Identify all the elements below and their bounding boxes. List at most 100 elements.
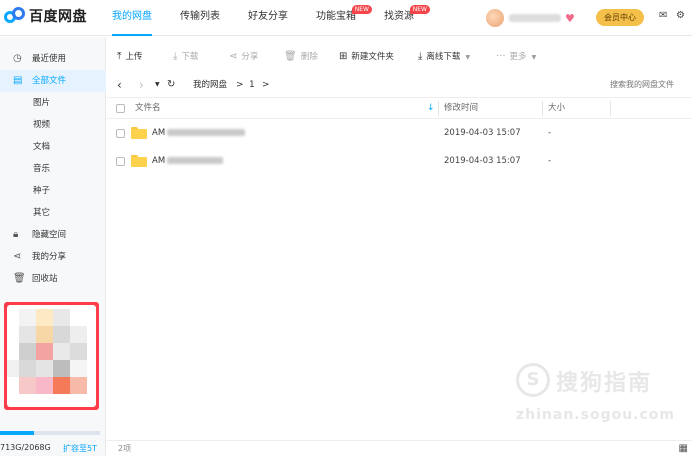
search-input[interactable] — [610, 77, 692, 93]
trash-icon: 🗑︎ — [13, 273, 26, 284]
nav-feature-box[interactable]: 功能宝箱 NEW — [316, 0, 372, 36]
sidebar-item-label: 回收站 — [32, 274, 58, 284]
vip-center-button[interactable]: 会员中心 — [596, 9, 644, 26]
sort-down-arrow-icon[interactable]: ↓ — [427, 98, 435, 119]
sidebar-item-music[interactable]: 音乐 — [0, 158, 106, 180]
nav-my-disk[interactable]: 我的网盘 — [112, 0, 152, 36]
sidebar-item-recycle-bin[interactable]: 🗑︎ 回收站 — [0, 268, 106, 290]
file-table-header: 文件名 ↓ 修改时间 大小 — [107, 98, 692, 119]
sidebar-item-torrents[interactable]: 种子 — [0, 180, 106, 202]
table-row[interactable]: AM 2019-04-03 15:07 - — [107, 119, 692, 147]
lock-icon: 🔒︎ — [13, 229, 19, 240]
watermark-en: zhinan.sogou.com — [516, 407, 675, 423]
share-icon: ⋖ — [13, 251, 22, 262]
gear-icon[interactable]: ⚙ — [676, 10, 685, 21]
sidebar-item-label: 我的分享 — [32, 252, 67, 262]
share-label: 分享 — [241, 52, 259, 62]
folder-icon — [131, 155, 147, 167]
file-name[interactable]: AM — [152, 119, 246, 147]
sidebar-item-label: 文档 — [33, 142, 51, 152]
download-button[interactable]: ⤓ 下载 — [173, 44, 198, 70]
status-footer: 2项 ▦ — [107, 440, 692, 456]
column-header-size[interactable]: 大小 — [548, 98, 565, 119]
forward-arrow-icon[interactable]: › — [139, 72, 144, 98]
upload-button[interactable]: ⤒ 上传 — [117, 44, 142, 70]
new-folder-button[interactable]: ⊞ 新建文件夹 — [339, 44, 394, 70]
column-header-modified[interactable]: 修改时间 — [444, 98, 478, 119]
upgrade-storage-link[interactable]: 扩容至5T — [63, 443, 97, 454]
file-size: - — [548, 156, 552, 166]
more-button[interactable]: ··· 更多 ▼ — [496, 44, 536, 70]
promo-image — [7, 305, 96, 407]
sogou-watermark: S 搜狗指南 zhinan.sogou.com — [516, 363, 674, 433]
nav-transfer-list[interactable]: 传输列表 — [180, 0, 220, 36]
top-bar: 百度网盘 我的网盘 传输列表 好友分享 功能宝箱 NEW 找资源 NEW ♥ 会员中… — [0, 0, 692, 36]
user-name-blurred — [509, 14, 561, 22]
download-label: 下载 — [181, 52, 199, 62]
delete-button[interactable]: 🗑︎ 删除 — [284, 44, 318, 70]
offline-download-button[interactable]: ⤓ 离线下载 ▼ — [418, 44, 470, 70]
grid-view-icon[interactable]: ▦ — [679, 443, 688, 454]
select-all-checkbox[interactable] — [116, 104, 125, 113]
refresh-icon[interactable]: ↻ — [167, 72, 175, 98]
sidebar-item-label: 最近使用 — [32, 54, 67, 64]
row-checkbox[interactable] — [116, 129, 125, 138]
new-badge: NEW — [409, 5, 430, 14]
nav-friend-share[interactable]: 好友分享 — [248, 0, 288, 36]
more-dots-icon: ··· — [496, 51, 506, 62]
folder-plus-icon: ⊞ — [339, 51, 348, 62]
mail-icon[interactable]: ✉ — [659, 10, 667, 21]
sidebar-item-all-files[interactable]: ▤ 全部文件 — [0, 70, 106, 92]
breadcrumb-current[interactable]: 1 — [249, 72, 255, 98]
row-checkbox[interactable] — [116, 157, 125, 166]
back-arrow-icon[interactable]: ‹ — [117, 72, 122, 98]
trash-icon: 🗑︎ — [284, 51, 297, 62]
cloud-logo-icon — [4, 7, 26, 25]
nav-label: 传输列表 — [180, 11, 220, 22]
file-size: - — [548, 128, 552, 138]
file-name[interactable]: AM — [152, 147, 224, 175]
file-modified-time: 2019-04-03 15:07 — [444, 156, 521, 166]
sidebar-item-label: 图片 — [33, 98, 51, 108]
breadcrumb-separator: > — [262, 80, 270, 90]
breadcrumb-root[interactable]: 我的网盘 — [193, 72, 227, 98]
sogou-logo-icon: S — [516, 363, 550, 397]
heart-icon: ♥ — [565, 11, 575, 25]
caret-down-icon: ▼ — [465, 54, 471, 61]
logo-text: 百度网盘 — [29, 9, 87, 25]
nav-find-resources[interactable]: 找资源 NEW — [384, 0, 430, 36]
path-bar: ‹ › ▼ ↻ 我的网盘 > 1 > — [107, 72, 692, 98]
sidebar-item-my-shares[interactable]: ⋖ 我的分享 — [0, 246, 106, 268]
share-button[interactable]: ⋖ 分享 — [229, 44, 258, 70]
avatar[interactable] — [486, 9, 504, 27]
sidebar-item-label: 隐藏空间 — [32, 230, 67, 240]
sidebar-item-videos[interactable]: 视频 — [0, 114, 106, 136]
sidebar-item-label: 视频 — [33, 120, 51, 130]
sidebar-item-recent[interactable]: ◷ 最近使用 — [0, 48, 106, 70]
sidebar-item-label: 音乐 — [33, 164, 51, 174]
sidebar-item-label: 全部文件 — [32, 76, 67, 86]
item-count: 2项 — [118, 444, 132, 453]
column-divider — [610, 101, 611, 116]
sidebar-item-other[interactable]: 其它 — [0, 202, 106, 224]
column-divider — [438, 101, 439, 116]
user-profile[interactable]: ♥ — [486, 9, 575, 27]
watermark-cn: 搜狗指南 — [556, 371, 653, 396]
sidebar-item-images[interactable]: 图片 — [0, 92, 106, 114]
file-name-prefix: AM — [152, 128, 166, 138]
sidebar-item-label: 种子 — [33, 186, 51, 196]
promo-banner-pixelated[interactable] — [4, 302, 99, 410]
offline-download-label: 离线下载 — [426, 52, 461, 62]
breadcrumb-separator: > — [236, 80, 244, 90]
storage-quota-fill — [0, 431, 34, 435]
folder-icon — [131, 127, 147, 139]
file-name-blurred — [167, 129, 246, 136]
sidebar-item-documents[interactable]: 文档 — [0, 136, 106, 158]
app-logo[interactable]: 百度网盘 — [4, 6, 87, 26]
history-dropdown-icon[interactable]: ▼ — [155, 72, 160, 98]
delete-label: 删除 — [300, 52, 318, 62]
column-header-name[interactable]: 文件名 — [135, 98, 161, 119]
table-row[interactable]: AM 2019-04-03 15:07 - — [107, 147, 692, 175]
more-label: 更多 — [509, 52, 527, 62]
sidebar-item-hidden-space[interactable]: 🔒︎ 隐藏空间 — [0, 224, 106, 246]
